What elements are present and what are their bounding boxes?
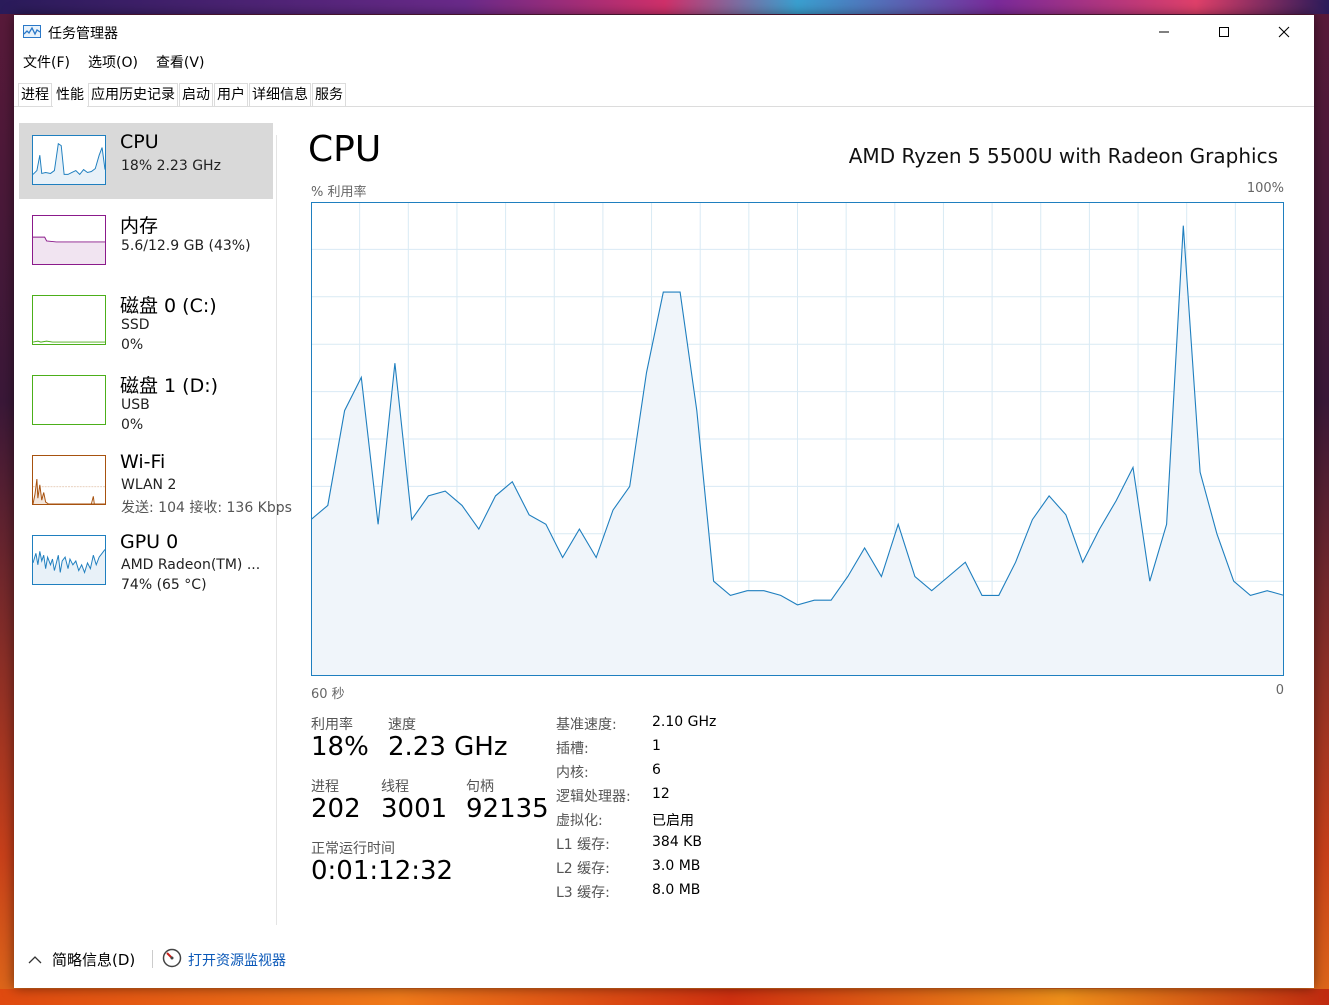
sidebar-item-disk-0[interactable]: 磁盘 0 (C:) SSD 0% bbox=[19, 283, 273, 359]
y-axis-max-label: 100% bbox=[1246, 181, 1284, 196]
info-value-l3-cache: 8.0 MB bbox=[652, 882, 701, 898]
speed-value: 2.23 GHz bbox=[388, 732, 508, 762]
task-manager-icon bbox=[23, 25, 41, 38]
sidebar-item-type: SSD bbox=[121, 317, 150, 333]
info-key-sockets: 插槽: bbox=[556, 741, 589, 757]
menu-file[interactable]: 文件(F) bbox=[14, 51, 79, 75]
sidebar-item-value: 0% bbox=[121, 417, 144, 433]
cpu-thumbnail-graph bbox=[32, 135, 106, 185]
x-axis-left-label: 60 秒 bbox=[311, 687, 345, 702]
info-value-base-speed: 2.10 GHz bbox=[652, 714, 717, 730]
y-axis-label: % 利用率 bbox=[311, 185, 367, 200]
cpu-model-name: AMD Ryzen 5 5500U with Radeon Graphics bbox=[848, 144, 1278, 168]
info-value-virtualization: 已启用 bbox=[652, 813, 694, 829]
sidebar-item-memory[interactable]: 内存 5.6/12.9 GB (43%) bbox=[19, 203, 273, 279]
sidebar-divider bbox=[276, 135, 277, 925]
threads-label: 线程 bbox=[381, 779, 409, 795]
uptime-value: 0:01:12:32 bbox=[311, 856, 454, 886]
info-key-l3-cache: L3 缓存: bbox=[556, 885, 610, 901]
task-manager-window: 任务管理器 文件(F) 选项(O) 查看(V) 进程 性能 应用历史记录 启动 … bbox=[14, 15, 1314, 988]
info-value-l1-cache: 384 KB bbox=[652, 834, 702, 850]
sidebar-item-gpu-0[interactable]: GPU 0 AMD Radeon(TM) ... 74% (65 °C) bbox=[19, 523, 273, 599]
tab-processes[interactable]: 进程 bbox=[18, 83, 52, 106]
info-value-l2-cache: 3.0 MB bbox=[652, 858, 701, 874]
wifi-thumbnail-graph bbox=[32, 455, 106, 505]
page-title: CPU bbox=[308, 129, 382, 170]
footer-divider bbox=[152, 950, 153, 968]
sidebar-item-title: 磁盘 0 (C:) bbox=[120, 295, 217, 317]
processes-value: 202 bbox=[311, 794, 361, 824]
threads-value: 3001 bbox=[381, 794, 448, 824]
handles-value: 92135 bbox=[466, 794, 549, 824]
open-resource-monitor-link[interactable]: 打开资源监视器 bbox=[188, 950, 286, 970]
resource-monitor-icon[interactable] bbox=[162, 948, 182, 968]
sidebar-item-title: CPU bbox=[120, 131, 159, 153]
info-value-sockets: 1 bbox=[652, 738, 661, 754]
sidebar-item-type: USB bbox=[121, 397, 150, 413]
tab-details[interactable]: 详细信息 bbox=[249, 83, 311, 106]
handles-label: 句柄 bbox=[466, 779, 494, 795]
close-icon bbox=[1278, 26, 1290, 38]
chevron-up-icon bbox=[28, 955, 42, 963]
gpu-thumbnail-graph bbox=[32, 535, 106, 585]
info-key-cores: 内核: bbox=[556, 765, 589, 781]
sidebar-item-disk-1[interactable]: 磁盘 1 (D:) USB 0% bbox=[19, 363, 273, 439]
maximize-button[interactable] bbox=[1194, 15, 1254, 49]
resource-sidebar: CPU 18% 2.23 GHz 内存 5.6/12.9 GB (43%) 磁盘… bbox=[19, 123, 292, 603]
desktop-wallpaper-bottom bbox=[0, 989, 1329, 1005]
sidebar-item-adapter: WLAN 2 bbox=[121, 477, 177, 493]
speed-label: 速度 bbox=[388, 717, 416, 733]
sidebar-item-model: AMD Radeon(TM) ... bbox=[121, 557, 261, 573]
minimize-icon bbox=[1159, 31, 1169, 33]
fewer-details-label: 简略信息(D) bbox=[52, 951, 136, 969]
window-title: 任务管理器 bbox=[48, 26, 118, 42]
disk1-thumbnail-graph bbox=[32, 375, 106, 425]
sidebar-item-title: Wi-Fi bbox=[120, 451, 166, 473]
footer-bar: 简略信息(D) 打开资源监视器 bbox=[14, 940, 1314, 980]
menu-view[interactable]: 查看(V) bbox=[147, 51, 214, 75]
title-bar: 任务管理器 bbox=[14, 15, 1314, 49]
info-key-l1-cache: L1 缓存: bbox=[556, 837, 610, 853]
sidebar-item-value: 5.6/12.9 GB (43%) bbox=[121, 238, 251, 254]
uptime-label: 正常运行时间 bbox=[311, 841, 395, 857]
disk0-thumbnail-graph bbox=[32, 295, 106, 345]
info-key-logical-processors: 逻辑处理器: bbox=[556, 789, 631, 805]
sidebar-item-value: 74% (65 °C) bbox=[121, 577, 207, 593]
maximize-icon bbox=[1219, 27, 1229, 37]
close-button[interactable] bbox=[1254, 15, 1314, 49]
tab-startup[interactable]: 启动 bbox=[179, 83, 213, 106]
tab-services[interactable]: 服务 bbox=[312, 83, 346, 106]
x-axis-right-label: 0 bbox=[1275, 683, 1284, 698]
info-value-logical-processors: 12 bbox=[652, 786, 670, 802]
desktop-wallpaper-top bbox=[0, 0, 1329, 14]
tab-users[interactable]: 用户 bbox=[214, 83, 248, 106]
info-key-base-speed: 基准速度: bbox=[556, 717, 617, 733]
tab-strip: 进程 性能 应用历史记录 启动 用户 详细信息 服务 bbox=[14, 83, 1314, 107]
sidebar-item-value: 0% bbox=[121, 337, 144, 353]
tab-app-history[interactable]: 应用历史记录 bbox=[88, 83, 178, 106]
menu-bar: 文件(F) 选项(O) 查看(V) bbox=[14, 51, 213, 75]
info-key-virtualization: 虚拟化: bbox=[556, 813, 603, 829]
sidebar-item-title: 磁盘 1 (D:) bbox=[120, 375, 219, 397]
menu-options[interactable]: 选项(O) bbox=[79, 51, 147, 75]
info-key-l2-cache: L2 缓存: bbox=[556, 861, 610, 877]
utilization-label: 利用率 bbox=[311, 717, 353, 733]
sidebar-item-title: GPU 0 bbox=[120, 531, 179, 553]
sidebar-item-title: 内存 bbox=[120, 215, 159, 237]
info-value-cores: 6 bbox=[652, 762, 661, 778]
fewer-details-button[interactable]: 简略信息(D) bbox=[28, 949, 135, 970]
tab-performance[interactable]: 性能 bbox=[53, 83, 87, 107]
sidebar-item-value: 发送: 104 接收: 136 Kbps bbox=[121, 500, 292, 516]
processes-label: 进程 bbox=[311, 779, 339, 795]
sidebar-item-value: 18% 2.23 GHz bbox=[121, 158, 221, 174]
sidebar-item-wifi[interactable]: Wi-Fi WLAN 2 发送: 104 接收: 136 Kbps bbox=[19, 443, 292, 519]
sidebar-item-cpu[interactable]: CPU 18% 2.23 GHz bbox=[19, 123, 273, 199]
memory-thumbnail-graph bbox=[32, 215, 106, 265]
utilization-value: 18% bbox=[311, 732, 369, 762]
cpu-utilization-graph bbox=[311, 202, 1284, 676]
minimize-button[interactable] bbox=[1134, 15, 1194, 49]
